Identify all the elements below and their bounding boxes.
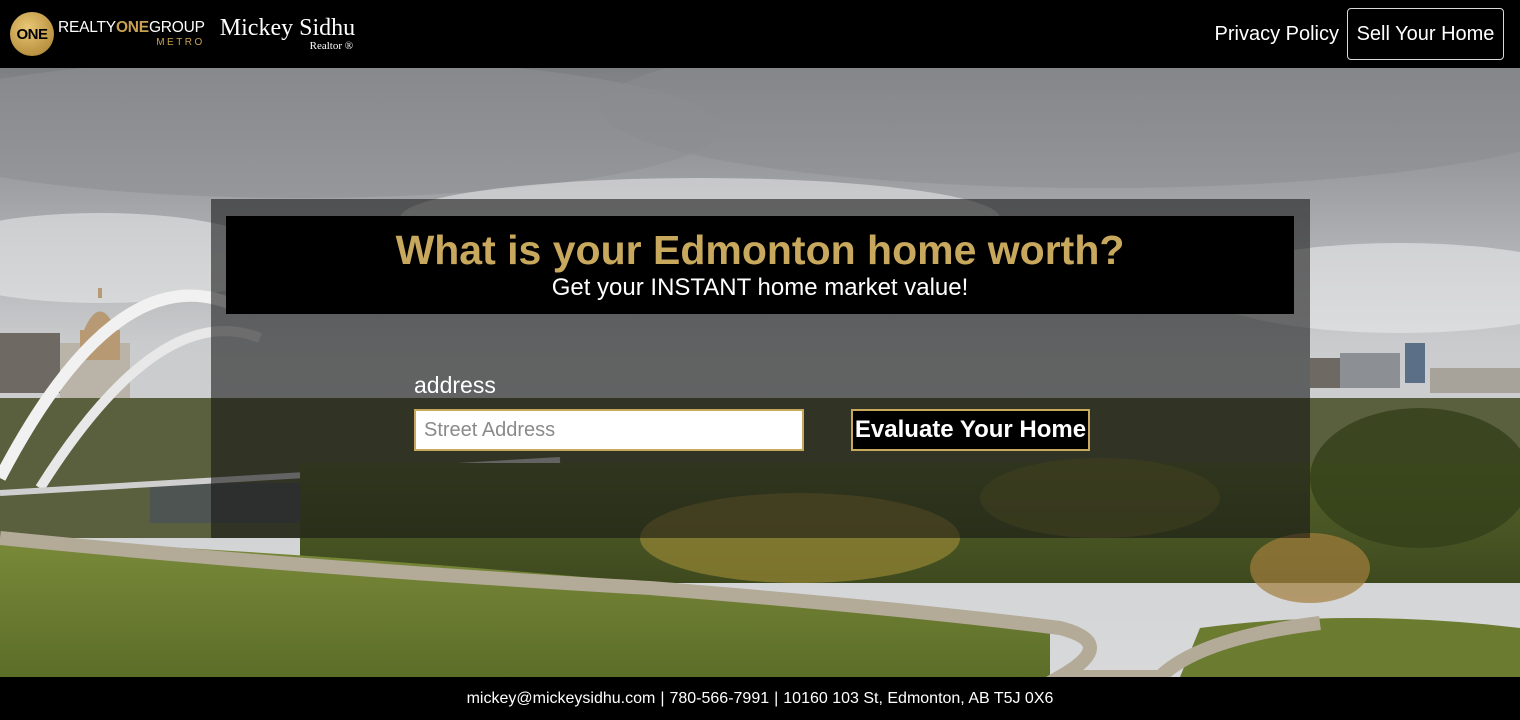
sell-your-home-button[interactable]: Sell Your Home <box>1347 8 1504 60</box>
page-title: What is your Edmonton home worth? <box>395 227 1125 273</box>
evaluate-your-home-button[interactable]: Evaluate Your Home <box>851 409 1090 451</box>
agent-title: Realtor ® <box>309 40 354 52</box>
street-address-input[interactable] <box>414 409 804 451</box>
footer-address: 10160 103 St, Edmonton, AB T5J 0X6 <box>783 689 1054 707</box>
agent-signature: Mickey Sidhu Realtor ® <box>220 16 355 52</box>
address-label: address <box>414 372 496 398</box>
top-nav: Privacy Policy Sell Your Home <box>1215 0 1520 68</box>
site-footer: mickey@mickeysidhu.com | 780-566-7991 | … <box>0 677 1520 720</box>
footer-email[interactable]: mickey@mickeysidhu.com <box>467 690 656 708</box>
site-header: ONE REALTYONEGROUP METRO Mickey Sidhu Re… <box>0 0 1520 68</box>
realty-one-badge-icon: ONE <box>10 12 54 56</box>
home-value-form-panel: What is your Edmonton home worth? Get yo… <box>211 199 1310 538</box>
panel-header: What is your Edmonton home worth? Get yo… <box>226 216 1294 314</box>
page-subtitle: Get your INSTANT home market value! <box>551 274 969 301</box>
footer-phone[interactable]: 780-566-7991 <box>669 690 769 708</box>
realty-one-group-wordmark: REALTYONEGROUP METRO <box>58 19 205 48</box>
brand-logo[interactable]: ONE REALTYONEGROUP METRO Mickey Sidhu Re… <box>0 0 355 68</box>
agent-name: Mickey Sidhu <box>219 15 356 41</box>
privacy-policy-link[interactable]: Privacy Policy <box>1215 23 1339 46</box>
footer-separator: | <box>774 689 779 707</box>
footer-separator: | <box>660 689 665 707</box>
